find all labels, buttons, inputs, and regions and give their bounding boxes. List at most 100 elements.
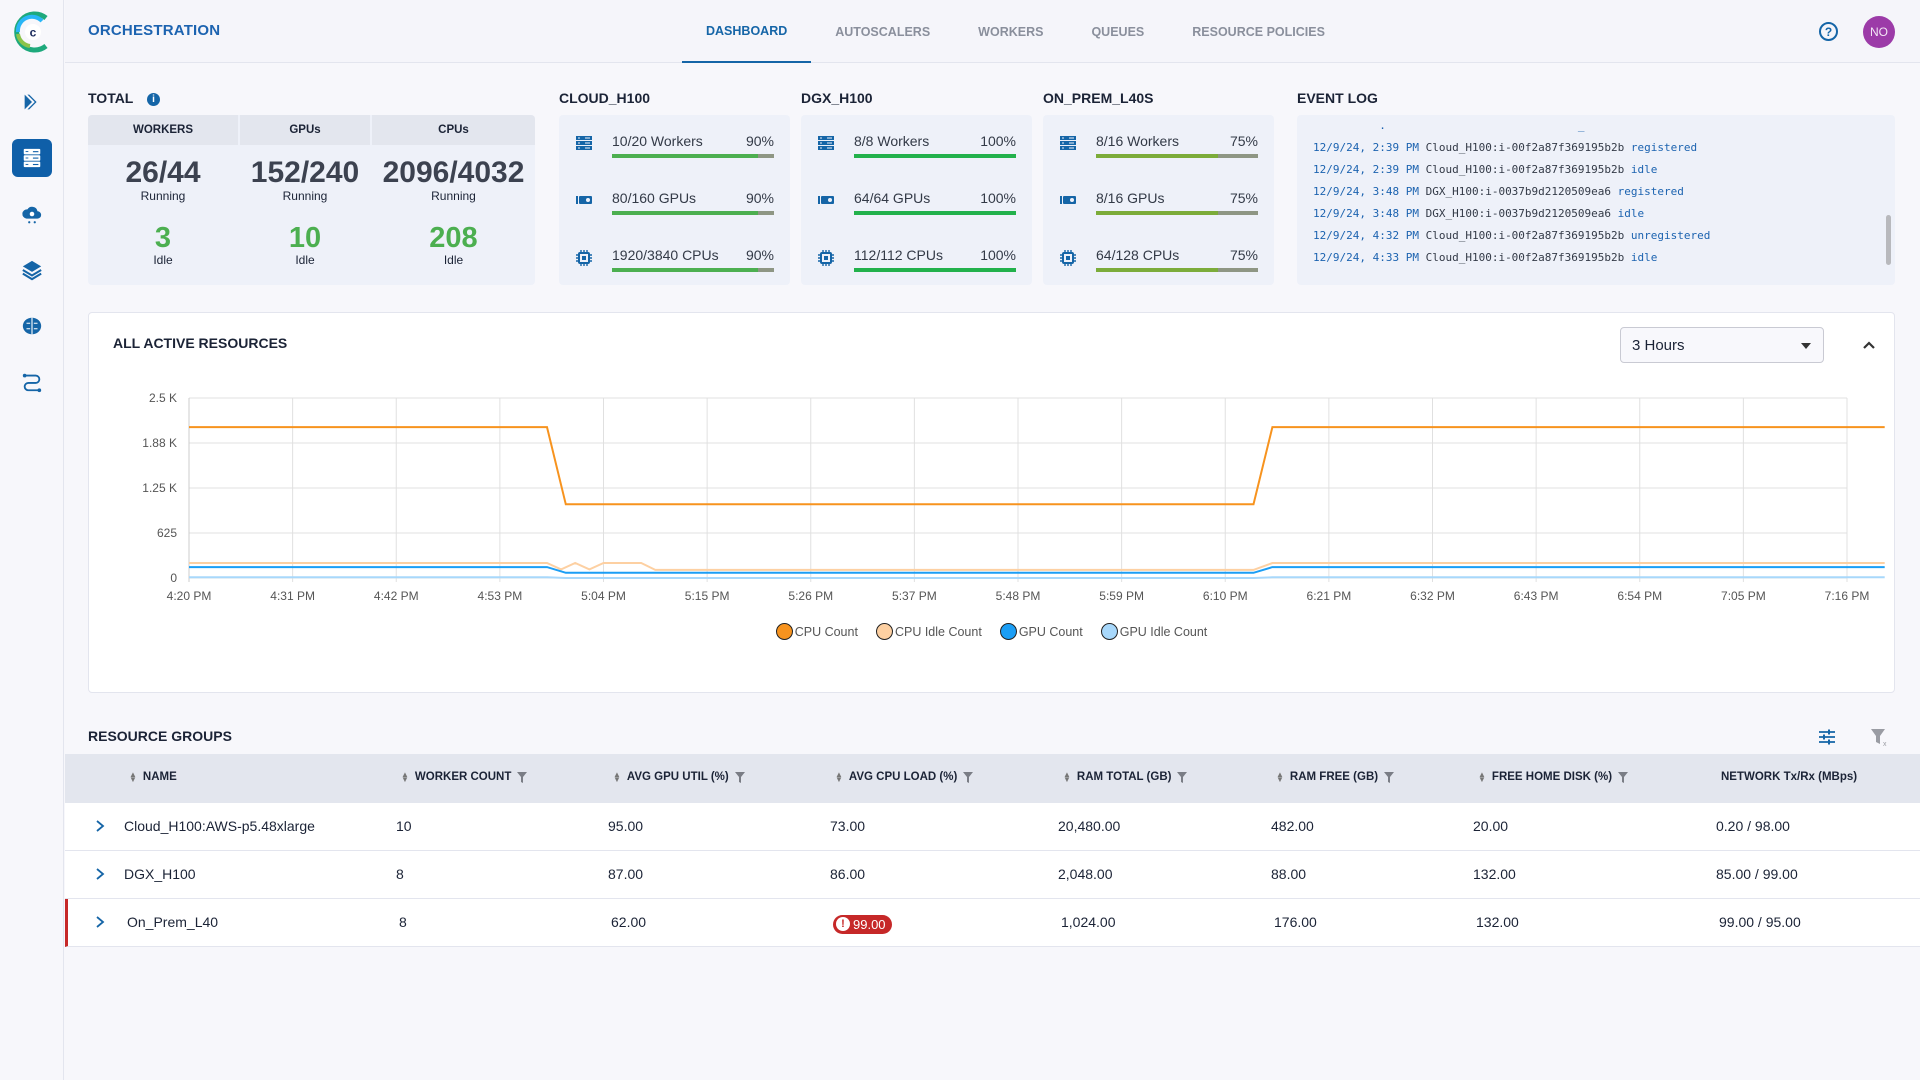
metric-progress-fill [1096, 154, 1218, 158]
gpus-idle-value: 10 [288, 222, 322, 254]
x-tick-label: 5:37 PM [892, 589, 937, 603]
logo-icon[interactable]: c [8, 8, 56, 56]
sort-icon[interactable]: ▲ ▼ [835, 771, 843, 784]
filter-icon[interactable] [963, 771, 974, 783]
x-tick-label: 6:10 PM [1203, 589, 1248, 603]
column-header[interactable]: ▲ ▼ RAM FREE (GB) [1276, 771, 1395, 784]
filter-icon[interactable] [1618, 771, 1629, 783]
group-card[interactable]: 10/20 Workers 90% 80/160 GPUs 90% 1920/3840 … [559, 115, 790, 285]
event-status: registered [1630, 141, 1698, 154]
help-icon[interactable]: ? [1819, 22, 1838, 41]
metric-percent: 90% [745, 133, 774, 149]
column-header[interactable]: ▲ ▼ NAME [129, 771, 177, 784]
server-icon [1059, 135, 1077, 151]
sidebar-item-pipelines[interactable] [12, 363, 52, 401]
group-metric-row: 112/112 CPUs 100% [817, 245, 1016, 275]
user-avatar[interactable]: NO [1863, 16, 1895, 48]
filter-icon[interactable] [517, 771, 528, 783]
event-log[interactable]: . _ 12/9/24, 2:39 PM Cloud_H100:i-00f2a8… [1297, 115, 1895, 285]
sidebar-item-autoscalers[interactable] [12, 83, 52, 121]
sort-icon[interactable]: ▲ ▼ [1063, 771, 1071, 784]
column-header[interactable]: ▲ ▼ RAM TOTAL (GB) [1063, 771, 1188, 784]
expand-chevron-icon[interactable] [93, 865, 107, 883]
column-header[interactable]: ▲ ▼ AVG CPU LOAD (%) [835, 771, 974, 784]
expand-chevron-icon[interactable] [93, 817, 107, 835]
event-log-entry: 12/9/24, 2:39 PM Cloud_H100:i-00f2a87f36… [1313, 163, 1657, 176]
expand-chevron-icon[interactable] [93, 913, 107, 931]
x-tick-label: 7:05 PM [1721, 589, 1766, 603]
tab-workers[interactable]: WORKERS [954, 0, 1067, 63]
sort-icon[interactable]: ▲ ▼ [1276, 771, 1284, 784]
cell-network: 85.00 / 99.00 [1716, 866, 1798, 882]
event-log-scrollbar[interactable] [1886, 215, 1891, 265]
legend-swatch [775, 623, 793, 640]
filter-icon[interactable] [1384, 771, 1395, 783]
group-metric-row: 64/64 GPUs 100% [817, 188, 1016, 218]
metric-progress-bar [854, 211, 1016, 215]
tab-resource-policies[interactable]: RESOURCE POLICIES [1168, 0, 1349, 63]
gpu-card-icon [817, 192, 835, 208]
table-row[interactable]: DGX_H100 8 87.00 86.00 2,048.00 88.00 132.00 85… [65, 851, 1920, 899]
sort-icon[interactable]: ▲ ▼ [613, 771, 621, 784]
cell-name[interactable]: On_Prem_L40 [127, 914, 218, 930]
filter-icon[interactable] [734, 771, 745, 783]
total-cpus: 2096/4032 Running 208 Idle [372, 145, 535, 268]
table-row[interactable]: Cloud_H100:AWS-p5.48xlarge 10 95.00 73.00 20… [65, 803, 1920, 851]
group-card[interactable]: 8/8 Workers 100% 64/64 GPUs 100% 112/112 CPU… [801, 115, 1032, 285]
column-header: NETWORK Tx/Rx (MBps) [1721, 771, 1857, 783]
info-icon[interactable]: i [147, 93, 161, 106]
tab-queues[interactable]: QUEUES [1067, 0, 1168, 63]
metric-label: 80/160 GPUs [612, 190, 697, 206]
sidebar-item-ai[interactable] [12, 307, 52, 345]
legend-item[interactable]: CPU Count [775, 623, 858, 640]
metric-progress-fill [612, 154, 758, 158]
y-tick-label: 1.88 K [142, 436, 177, 450]
metric-progress-fill [854, 268, 1016, 272]
active-resources-panel: ALL ACTIVE RESOURCES 3 Hours 0 625 1.25 K1… [88, 312, 1895, 693]
sidebar-item-layers[interactable] [12, 251, 52, 289]
sort-icon[interactable]: ▲ ▼ [1478, 771, 1486, 784]
group-card[interactable]: 8/16 Workers 75% 8/16 GPUs 75% 64/128 CPUs 75… [1043, 115, 1274, 285]
top-bar: ORCHESTRATION DASHBOARD AUTOSCALERS WORK… [65, 0, 1920, 63]
x-tick-label: 6:54 PM [1617, 589, 1662, 603]
metric-label: 64/128 CPUs [1096, 247, 1180, 263]
legend-swatch [1100, 623, 1118, 640]
log-line-partial: . _ [1313, 119, 1585, 132]
table-row[interactable]: On_Prem_L40 8 62.00! 99.00 1,024.00 176.00 132… [65, 899, 1920, 947]
group-title: DGX_H100 [801, 90, 873, 106]
resource-groups-title: RESOURCE GROUPS [88, 728, 232, 744]
sidebar: c [0, 0, 64, 1080]
column-header[interactable]: ▲ ▼ WORKER COUNT [401, 771, 528, 784]
cell-ram_total: 20,480.00 [1058, 818, 1121, 834]
legend-item[interactable]: GPU Count [999, 623, 1083, 640]
clear-filter-icon[interactable]: x [1868, 726, 1890, 748]
sidebar-item-cloud-settings[interactable] [12, 195, 52, 233]
metric-label: 8/8 Workers [854, 133, 930, 149]
column-header[interactable]: ▲ ▼ FREE HOME DISK (%) [1478, 771, 1629, 784]
group-metric-row: 10/20 Workers 90% [575, 131, 774, 161]
total-header-gpus: GPUs [240, 115, 370, 145]
cell-workers: 8 [399, 914, 407, 930]
sidebar-item-orchestration[interactable] [12, 139, 52, 177]
legend-item[interactable]: CPU Idle Count [875, 623, 982, 640]
tab-dashboard[interactable]: DASHBOARD [682, 0, 812, 63]
legend-label: GPU Idle Count [1119, 624, 1208, 639]
event-time: 12/9/24, 2:39 PM [1313, 163, 1419, 176]
cell-name[interactable]: Cloud_H100:AWS-p5.48xlarge [124, 818, 315, 834]
event-log-entry: 12/9/24, 2:39 PM Cloud_H100:i-00f2a87f36… [1313, 141, 1697, 154]
legend-item[interactable]: GPU Idle Count [1100, 623, 1208, 640]
gpu-card-icon [575, 192, 593, 208]
tab-autoscalers[interactable]: AUTOSCALERS [811, 0, 954, 63]
cell-gpu_util: 62.00 [611, 914, 647, 930]
column-header[interactable]: ▲ ▼ AVG GPU UTIL (%) [613, 771, 745, 784]
sort-icon[interactable]: ▲ ▼ [129, 771, 137, 784]
filter-icon[interactable] [1177, 771, 1188, 783]
cell-disk: 20.00 [1473, 818, 1509, 834]
workers-idle-value: 3 [154, 222, 172, 254]
sort-icon[interactable]: ▲ ▼ [401, 771, 409, 784]
cell-name[interactable]: DGX_H100 [124, 866, 196, 882]
x-tick-label: 4:20 PM [167, 589, 212, 603]
cell-cpu_load: 73.00 [830, 818, 866, 834]
column-settings-icon[interactable] [1816, 726, 1838, 748]
legend-swatch [999, 623, 1017, 640]
